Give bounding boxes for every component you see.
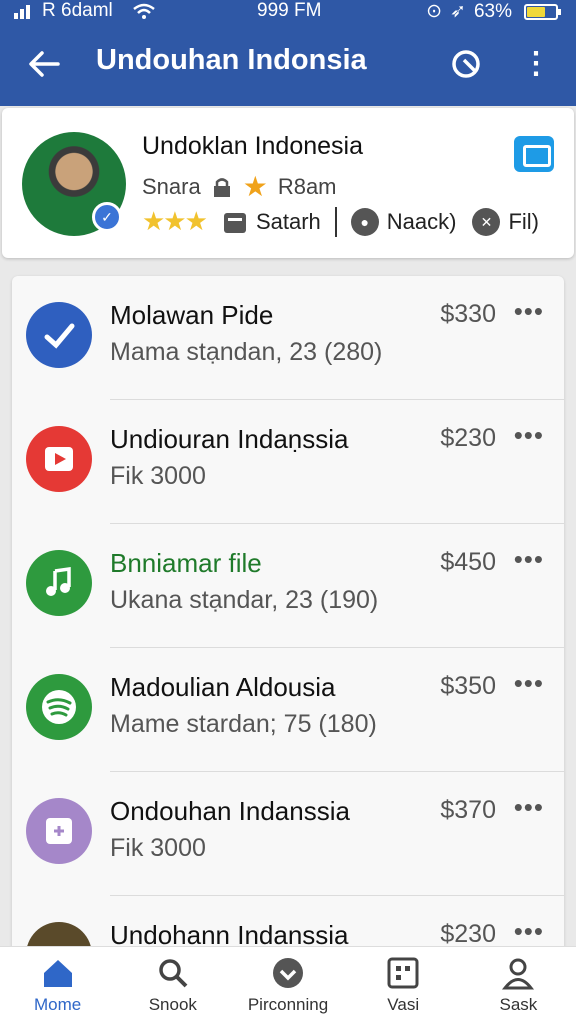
rating-stars: ★★★: [142, 206, 208, 236]
battery-fill: [527, 6, 545, 17]
storage-icon: [223, 212, 246, 233]
app-header: R 6daml 999 FM ⊙ ➶ 63% Undouhan Indonsia…: [0, 0, 576, 106]
profile-subtitle: Snara: [142, 173, 201, 199]
tab-label: Mome: [33, 995, 82, 1014]
close-circle-icon: ✕: [472, 207, 501, 236]
download-icon: [273, 958, 303, 988]
alarm-icon: ⊙: [426, 1, 443, 22]
action-back[interactable]: Naack): [387, 209, 457, 235]
grid-icon: [387, 957, 419, 989]
item-price: $330: [440, 300, 496, 328]
bottom-tab-bar: Mome Snook Pirconning Vasi Sask: [0, 946, 576, 1024]
carrier-label: R 6daml: [42, 0, 113, 21]
star-badge-icon: ★: [242, 171, 268, 202]
item-desc: Mama stạndan, 23 (280): [110, 338, 383, 366]
action-filter[interactable]: Fil): [508, 209, 539, 235]
back-arrow-icon[interactable]: [24, 44, 64, 84]
item-price: $370: [440, 796, 496, 824]
status-bar: R 6daml 999 FM ⊙ ➶ 63%: [0, 0, 576, 26]
list-item[interactable]: Madoulian Aldousia Mame stardan; 75 (180…: [12, 648, 564, 772]
lock-icon: [213, 177, 230, 197]
tab-label: Pirconning: [247, 995, 329, 1014]
item-name: Undiouran Indaṇssia: [110, 424, 349, 454]
item-desc: Mame stardan; 75 (180): [110, 710, 377, 738]
profile-actions-row: ★★★ Satarh ● Naack) ✕ Fil): [142, 206, 539, 237]
page-title: Undouhan Indonsia: [96, 44, 367, 76]
list-item[interactable]: Bnniamar file Ukana stạndar, 23 (190) $4…: [12, 524, 564, 648]
item-price: $350: [440, 672, 496, 700]
spotify-icon: [26, 674, 92, 740]
item-name: Madoulian Aldousia: [110, 672, 336, 702]
divider: [334, 206, 337, 237]
location-icon: ➶: [450, 1, 466, 22]
item-more-icon[interactable]: •••: [514, 916, 544, 947]
tab-label: Snook: [148, 995, 197, 1014]
wifi-icon: [132, 3, 155, 19]
item-more-icon[interactable]: •••: [514, 544, 544, 575]
profile-name: Undoklan Indonesia: [142, 132, 363, 160]
item-name: Ondouhan Indanssia: [110, 796, 350, 826]
item-name: Molawan Pide: [110, 300, 274, 330]
list-item[interactable]: Ondouhan Indanssia Fik 3000 $370 •••: [12, 772, 564, 896]
profile-badge-text: R8am: [277, 173, 337, 199]
tab-search[interactable]: Snook: [115, 947, 230, 1024]
item-name: Bnniamar file: [110, 548, 262, 578]
item-desc: Ukana stạndar, 23 (190): [110, 586, 379, 614]
item-more-icon[interactable]: •••: [514, 296, 544, 327]
tab-account[interactable]: Sask: [461, 947, 576, 1024]
search-icon: [159, 959, 188, 988]
overflow-menu-icon[interactable]: ⋮: [518, 46, 554, 82]
music-icon: [26, 550, 92, 616]
item-more-icon[interactable]: •••: [514, 420, 544, 451]
item-list: Molawan Pide Mama stạndan, 23 (280) $330…: [12, 276, 564, 966]
item-desc: Fik 3000: [110, 834, 206, 862]
list-item[interactable]: Undiouran Indaṇssia Fik 3000 $230 •••: [12, 400, 564, 524]
list-item[interactable]: Molawan Pide Mama stạndan, 23 (280) $330…: [12, 276, 564, 400]
home-icon: [43, 960, 72, 987]
refresh-icon[interactable]: [448, 46, 484, 82]
check-icon: [26, 302, 92, 368]
battery-icon: [524, 3, 561, 20]
item-price: $230: [440, 424, 496, 452]
tab-label: Vasi: [387, 995, 420, 1014]
app-icon: [26, 798, 92, 864]
item-more-icon[interactable]: •••: [514, 668, 544, 699]
profile-subtitle-row: Snara ★ R8am: [142, 170, 337, 203]
record-icon: ●: [350, 207, 379, 236]
tab-home[interactable]: Mome: [0, 947, 115, 1024]
item-desc: Fik 3000: [110, 462, 206, 490]
profile-card: ✓ Undoklan Indonesia Snara ★ R8am ★★★ Sa…: [2, 108, 574, 258]
tab-downloads[interactable]: Pirconning: [230, 947, 345, 1024]
signal-icon: [14, 5, 30, 19]
tab-label: Sask: [499, 995, 538, 1014]
user-icon: [502, 958, 535, 990]
item-price: $450: [440, 548, 496, 576]
tab-grid[interactable]: Vasi: [346, 947, 461, 1024]
item-price: $230: [440, 920, 496, 948]
status-time: 999 FM: [257, 0, 322, 21]
verified-check-icon: ✓: [92, 202, 122, 232]
battery-percent: 63%: [473, 0, 512, 22]
message-button[interactable]: [514, 136, 554, 172]
item-more-icon[interactable]: •••: [514, 792, 544, 823]
action-search[interactable]: Satarh: [256, 209, 321, 235]
play-icon: [26, 426, 92, 492]
